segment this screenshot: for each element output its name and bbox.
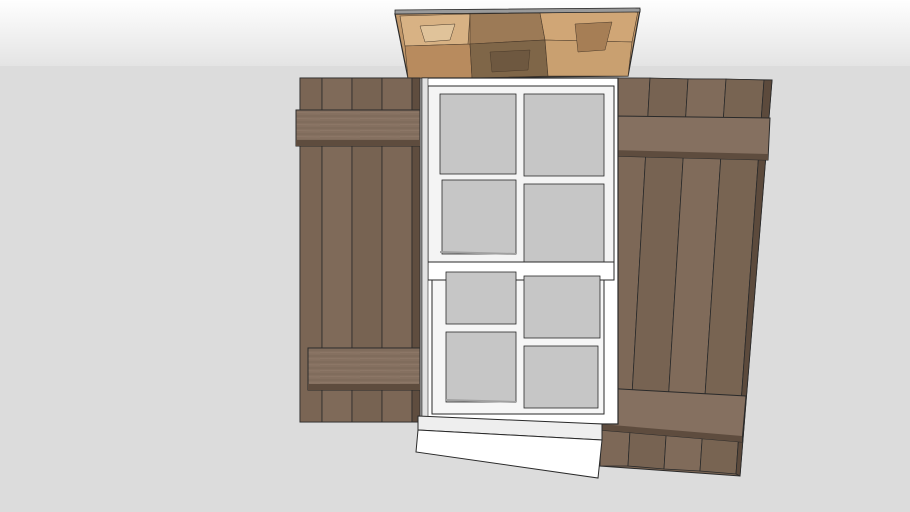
double-hung-window xyxy=(421,77,619,425)
upper-pane-bottom-right xyxy=(523,183,605,263)
upper-pane-top-left xyxy=(439,93,517,175)
upper-pane-bottom-left xyxy=(441,179,517,255)
left-shutter xyxy=(295,77,421,423)
stone-header xyxy=(394,7,641,79)
lower-pane-top-right xyxy=(523,275,601,339)
lower-pane-top-left xyxy=(445,271,517,325)
lower-pane-bottom-right xyxy=(523,345,599,409)
upper-pane-top-right xyxy=(523,93,605,177)
lower-pane-bottom-left xyxy=(445,331,517,403)
left-shutter-bottom-batten xyxy=(307,347,421,391)
sketchup-window-model xyxy=(0,0,910,512)
